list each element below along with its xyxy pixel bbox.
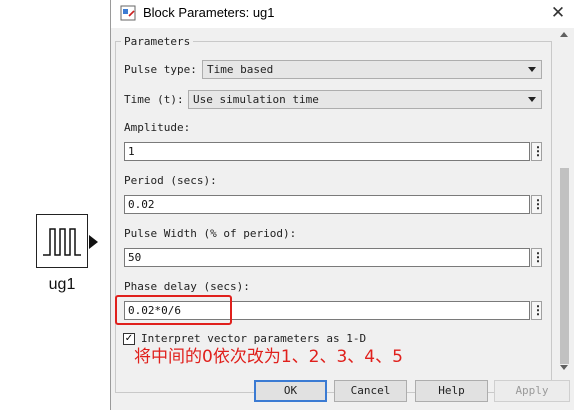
close-icon[interactable]: ✕: [545, 2, 571, 24]
scroll-down-icon[interactable]: [560, 365, 568, 370]
amplitude-value: 1: [128, 145, 135, 158]
output-port-icon[interactable]: [89, 235, 98, 249]
pulse-width-value: 50: [128, 251, 142, 264]
chevron-down-icon: [528, 67, 536, 72]
phase-delay-label: Phase delay (secs):: [124, 280, 250, 293]
annotation-note: 将中间的0依次改为1、2、3、4、5: [134, 347, 403, 367]
dialog-titlebar[interactable]: Block Parameters: ug1 ✕: [111, 0, 574, 28]
parameters-group-title: Parameters: [121, 35, 194, 48]
pulse-waveform-icon: [43, 228, 81, 256]
pulse-type-label: Pulse type:: [124, 63, 197, 76]
pulse-width-options-icon[interactable]: ⋮: [531, 248, 544, 267]
amplitude-label: Amplitude:: [124, 121, 191, 134]
phase-delay-options-icon[interactable]: ⋮: [531, 301, 544, 320]
period-label: Period (secs):: [124, 174, 217, 187]
chevron-down-icon: [528, 97, 536, 102]
help-button[interactable]: Help: [415, 380, 488, 402]
block-name-label[interactable]: ug1: [36, 276, 88, 294]
ok-button[interactable]: OK: [254, 380, 327, 402]
amplitude-options-icon[interactable]: ⋮: [531, 142, 544, 161]
amplitude-field[interactable]: 1: [124, 142, 530, 161]
period-options-icon[interactable]: ⋮: [531, 195, 544, 214]
time-select[interactable]: Use simulation time: [188, 90, 542, 109]
period-field[interactable]: 0.02: [124, 195, 530, 214]
apply-button[interactable]: Apply: [494, 380, 570, 402]
annotation-highlight-box: [115, 295, 232, 325]
pulse-generator-block[interactable]: [36, 214, 88, 268]
pulse-width-label: Pulse Width (% of period):: [124, 227, 297, 240]
block-parameters-app-icon: [120, 5, 136, 21]
pulse-type-value: Time based: [207, 63, 274, 76]
time-value: Use simulation time: [193, 93, 319, 106]
time-label: Time (t):: [124, 93, 184, 106]
dialog-title: Block Parameters: ug1: [143, 5, 275, 20]
scroll-up-icon[interactable]: [560, 32, 568, 37]
pulse-width-field[interactable]: 50: [124, 248, 530, 267]
period-value: 0.02: [128, 198, 155, 211]
dialog-scrollbar[interactable]: [556, 28, 573, 372]
pulse-type-select[interactable]: Time based: [202, 60, 542, 79]
cancel-button[interactable]: Cancel: [334, 380, 407, 402]
scrollbar-thumb[interactable]: [560, 168, 569, 364]
